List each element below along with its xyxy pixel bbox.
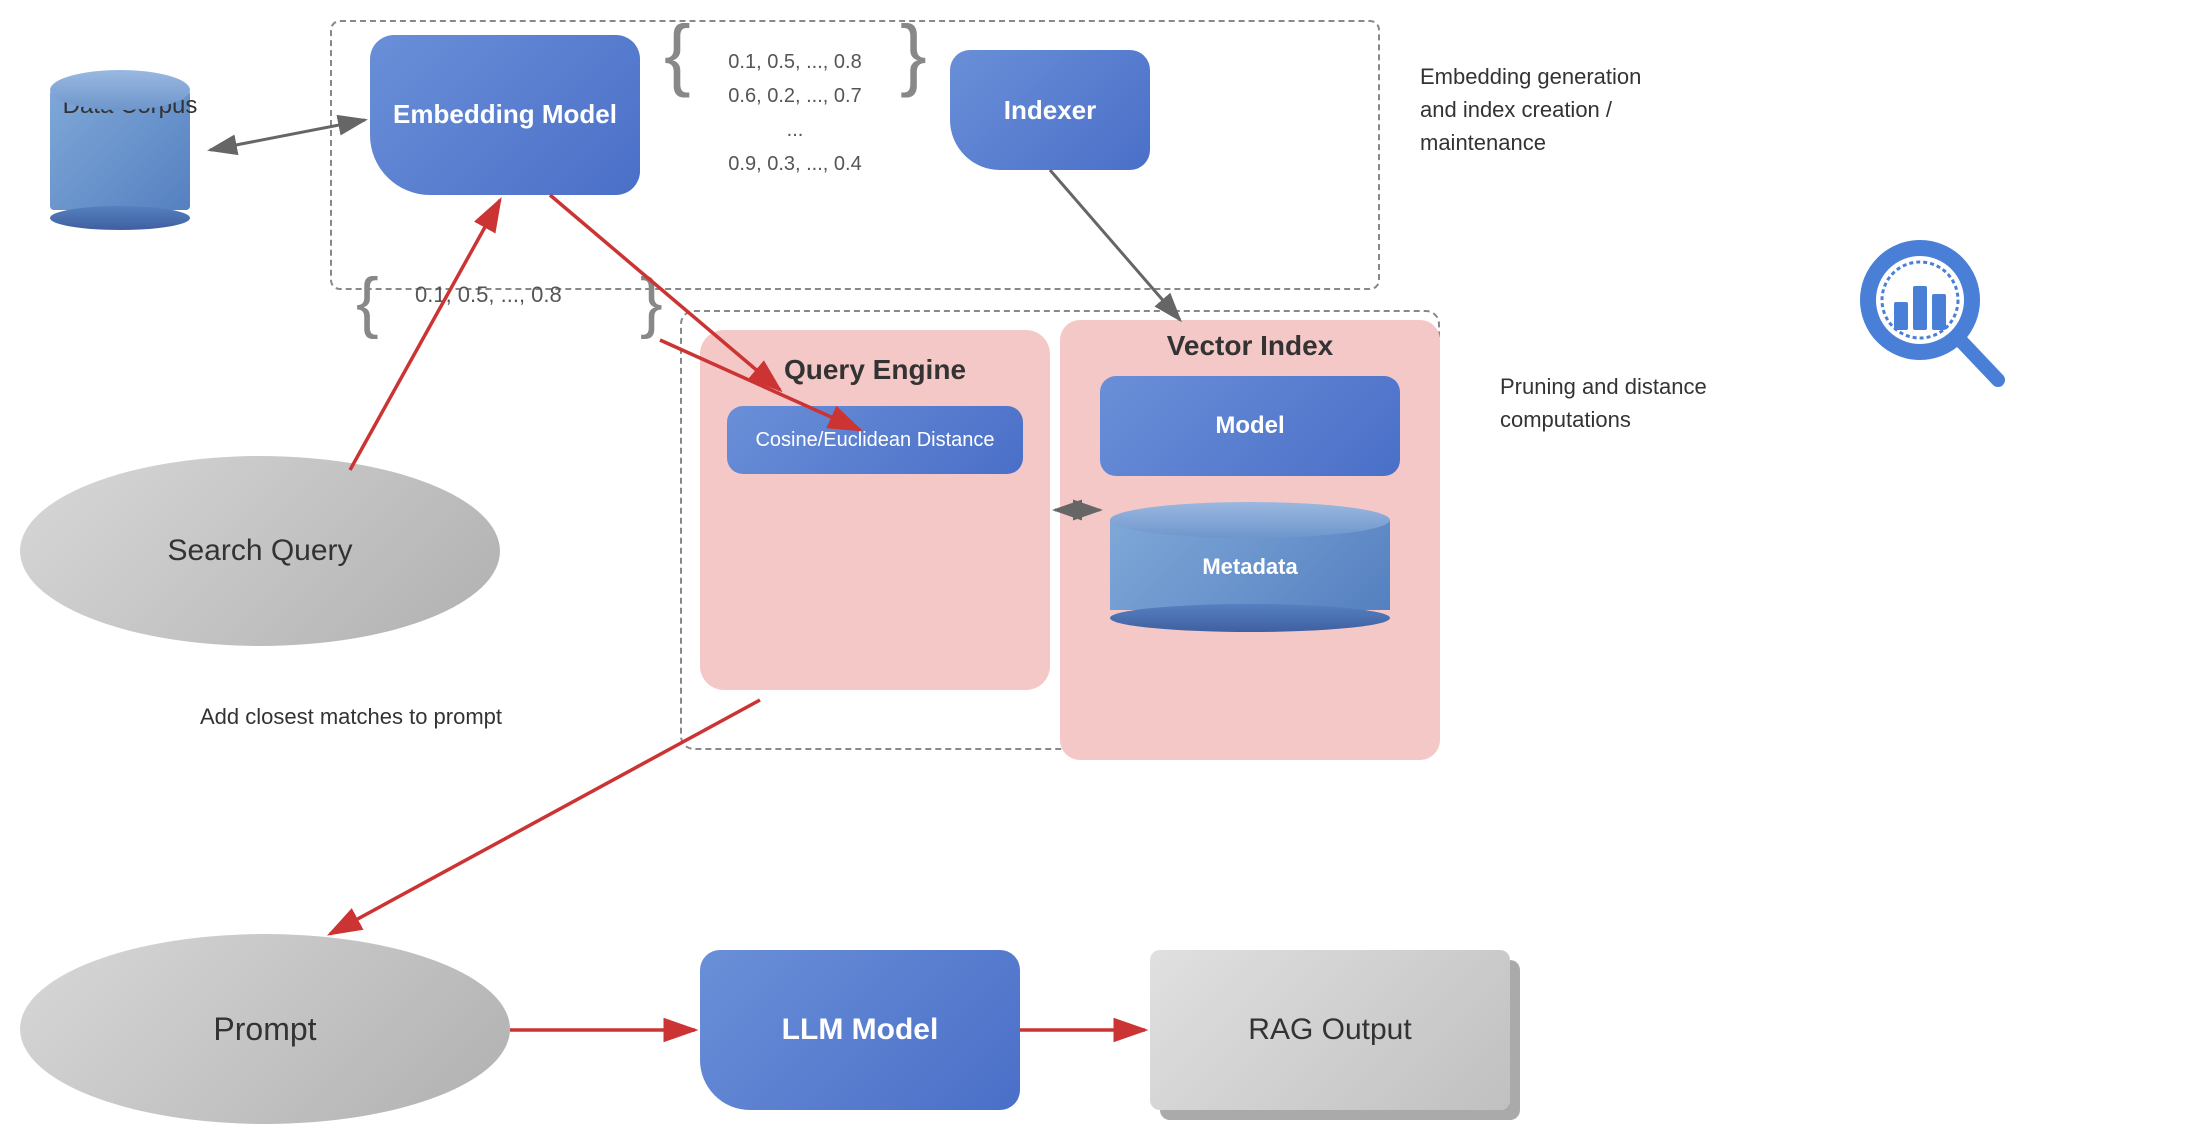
embedding-model-label: Embedding Model (393, 98, 617, 132)
vector-line3: ... (680, 113, 910, 147)
rag-label: RAG Output (1248, 1013, 1411, 1047)
data-corpus-cylinder (50, 70, 190, 230)
curly-brace-close-top: } (900, 14, 927, 94)
vector-line2: 0.6, 0.2, ..., 0.7 (680, 79, 910, 113)
search-query-label: Search Query (167, 534, 352, 568)
search-query-ellipse: Search Query (20, 456, 500, 646)
cylinder-top (50, 70, 190, 110)
model-box: Model (1100, 376, 1400, 476)
prompt-label: Prompt (213, 1011, 316, 1048)
model-label: Model (1215, 412, 1284, 440)
data-corpus (40, 60, 200, 240)
diagram-container: Data Corpus Embedding Model { 0.1, 0.5, … (0, 0, 2200, 1136)
mag-glass-icon (1850, 230, 2010, 390)
llm-model-box: LLM Model (700, 950, 1020, 1110)
indexer-box: Indexer (950, 50, 1150, 170)
metadata-label: Metadata (1202, 554, 1297, 580)
vector-line1: 0.1, 0.5, ..., 0.8 (680, 45, 910, 79)
vector-index-label: Vector Index (1167, 330, 1334, 362)
curly-mid-close: } (640, 268, 663, 336)
rag-output-box: RAG Output (1150, 950, 1510, 1110)
annotation-top-right: Embedding generation and index creation … (1420, 60, 1680, 159)
vector-index-area: Vector Index Model Metadata (1060, 320, 1440, 760)
vector-numbers-mid: 0.1, 0.5, ..., 0.8 (415, 282, 562, 308)
vector-line4: 0.9, 0.3, ..., 0.4 (680, 147, 910, 181)
indexer-label: Indexer (1004, 95, 1097, 126)
metadata-cylinder: Metadata (1110, 502, 1390, 632)
meta-cyl-bottom (1110, 604, 1390, 632)
cosine-box: Cosine/Euclidean Distance (727, 406, 1022, 474)
curly-mid-open: { (356, 268, 379, 336)
query-engine-label: Query Engine (784, 354, 966, 386)
annotation-mid-right: Pruning and distance computations (1500, 370, 1760, 436)
query-engine-box: Query Engine Cosine/Euclidean Distance (700, 330, 1050, 690)
llm-label: LLM Model (782, 1013, 939, 1047)
add-closest-text: Add closest matches to prompt (200, 700, 502, 733)
embedding-model-box: Embedding Model (370, 35, 640, 195)
vector-numbers-top: 0.1, 0.5, ..., 0.8 0.6, 0.2, ..., 0.7 ..… (680, 45, 910, 181)
cylinder-bottom (50, 206, 190, 230)
meta-cyl-top (1110, 502, 1390, 538)
prompt-ellipse: Prompt (20, 934, 510, 1124)
